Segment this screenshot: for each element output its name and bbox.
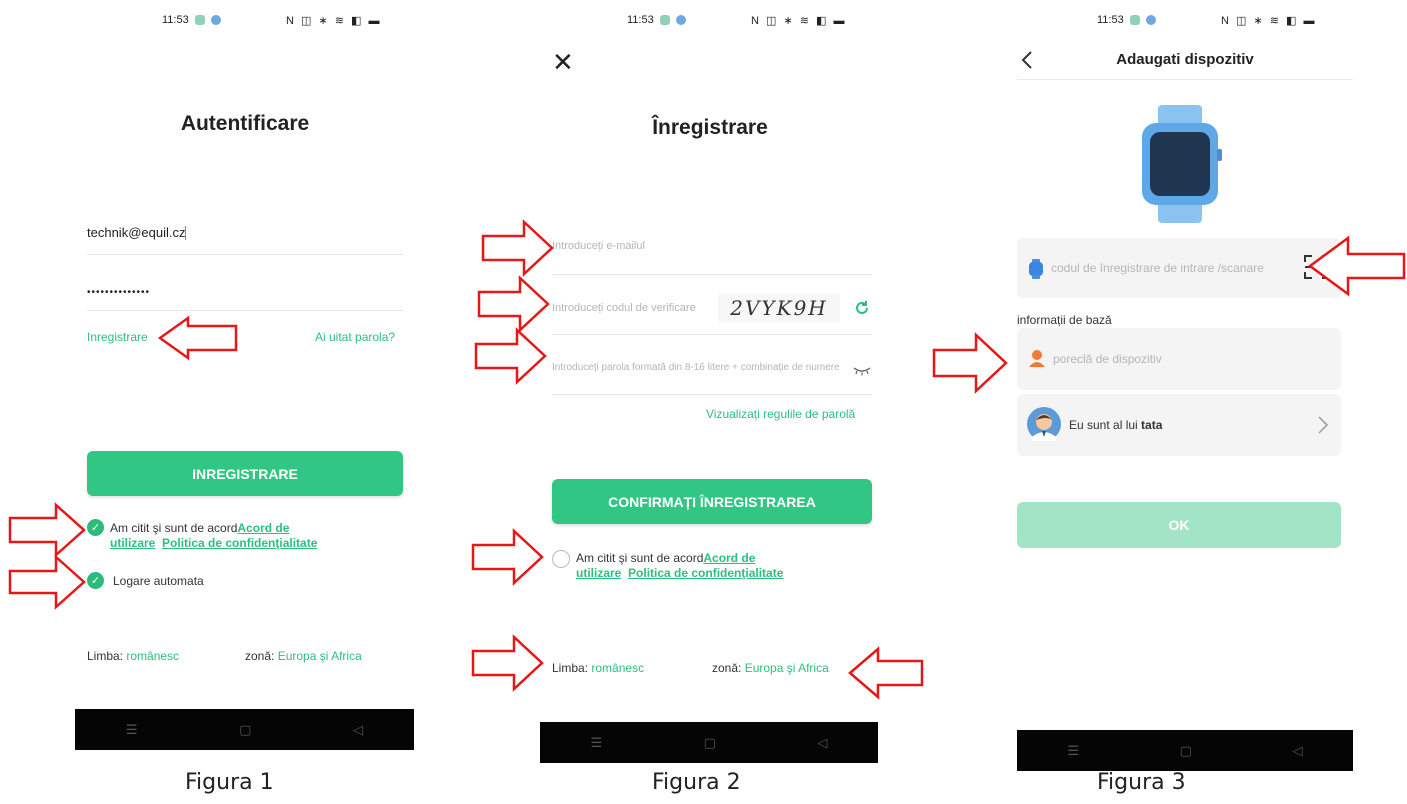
arrow-left-icon xyxy=(1307,235,1406,297)
arrow-right-icon xyxy=(932,332,1008,394)
arrow-left-icon xyxy=(848,646,924,700)
arrow-right-icon xyxy=(471,528,544,586)
arrow-right-icon xyxy=(474,327,547,385)
arrow-right-icon xyxy=(8,554,86,610)
annotation-layer xyxy=(8,219,1406,700)
arrow-right-icon xyxy=(471,634,544,692)
arrow-right-icon xyxy=(8,502,86,558)
arrow-right-icon xyxy=(481,219,554,277)
arrow-left-icon xyxy=(157,315,238,361)
arrow-right-icon xyxy=(477,275,550,333)
